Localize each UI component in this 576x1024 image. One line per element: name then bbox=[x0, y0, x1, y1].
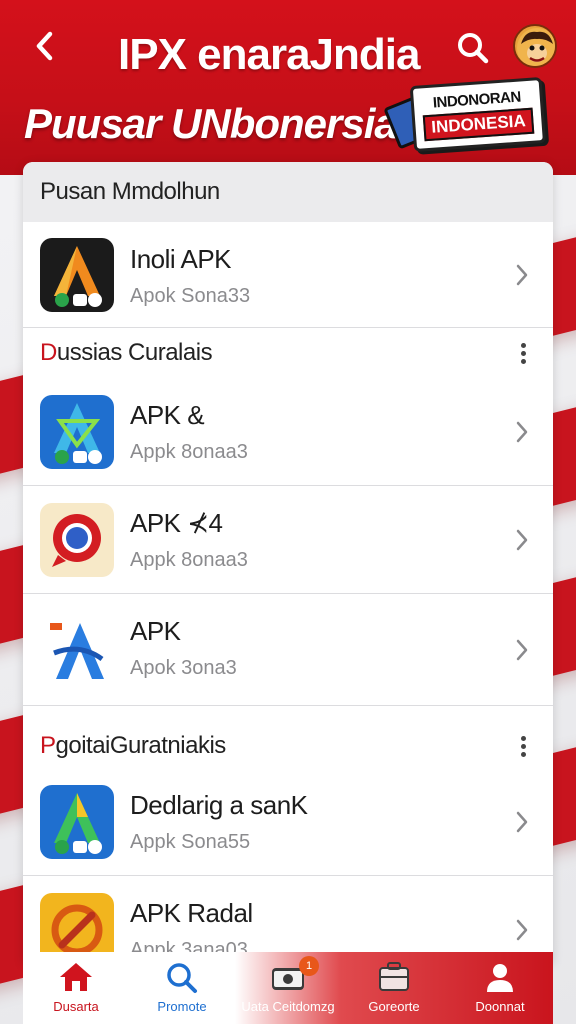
back-button[interactable] bbox=[26, 28, 62, 64]
app-subtitle: Appk 8onaa3 bbox=[130, 441, 248, 463]
chevron-right-icon bbox=[516, 639, 528, 660]
search-button[interactable] bbox=[455, 30, 491, 66]
app-list-panel: Pusan Mmdolhun Inoli APK Apok Sona33 Dus… bbox=[23, 162, 553, 962]
app-subtitle: Appk 8onaa3 bbox=[130, 549, 248, 571]
page-subtitle: Puusar UNbonersia bbox=[24, 100, 398, 147]
list-item[interactable]: APK Apok 3ona3 bbox=[23, 594, 553, 706]
app-name: Dedlarig a sanK bbox=[130, 790, 308, 820]
apk-blue-a-icon bbox=[40, 612, 114, 687]
indonesia-badge: INDONORAN INDONESIA bbox=[383, 72, 554, 161]
section-header: PgoitaiGuratniakis bbox=[23, 706, 553, 768]
chevron-left-icon bbox=[36, 31, 53, 61]
app-name: APK bbox=[130, 616, 181, 646]
nav-label: Uata Ceitdomzg bbox=[241, 999, 335, 1014]
nav-label: Promote bbox=[157, 999, 207, 1014]
bottom-nav: Dusarta Promote 1 Uata Ceitdomzg Goreort… bbox=[23, 952, 553, 1024]
chevron-right-icon bbox=[516, 421, 528, 442]
nav-item-home[interactable]: Dusarta bbox=[23, 952, 129, 1024]
nav-item-goreorte[interactable]: Goreorte bbox=[341, 952, 447, 1024]
more-options-icon[interactable] bbox=[513, 341, 533, 365]
list-item[interactable]: Dedlarig a sanK Appk Sona55 bbox=[23, 768, 553, 876]
user-icon bbox=[487, 964, 513, 992]
list-item[interactable]: Inoli APK Apok Sona33 bbox=[23, 222, 553, 328]
app-subtitle: Appk Sona55 bbox=[130, 831, 251, 853]
section-title: PgoitaiGuratniakis bbox=[40, 732, 226, 759]
notification-badge: 1 bbox=[299, 956, 319, 976]
chevron-right-icon bbox=[516, 919, 528, 941]
apk-a-orange-icon bbox=[40, 237, 114, 312]
app-subtitle: Apok 3ona3 bbox=[130, 657, 237, 679]
briefcase-icon bbox=[379, 962, 409, 991]
nav-label: Dusarta bbox=[53, 999, 99, 1014]
chevron-right-icon bbox=[516, 811, 528, 832]
list-item[interactable]: APK Radal Appk 3ana03 bbox=[23, 876, 553, 962]
app-title: IPX enaraJndia bbox=[118, 30, 420, 79]
app-name: APK Radal bbox=[130, 898, 253, 928]
avatar[interactable] bbox=[513, 24, 557, 68]
monkey-avatar-icon bbox=[517, 28, 555, 66]
list-item[interactable]: APK & Appk 8onaa3 bbox=[23, 378, 553, 486]
nav-label: Doonnat bbox=[475, 999, 525, 1014]
app-name: APK ⊀4 bbox=[130, 508, 223, 538]
app-subtitle: Apok Sona33 bbox=[130, 285, 251, 307]
nav-label: Goreorte bbox=[368, 999, 420, 1014]
apk-a-blue-icon bbox=[40, 394, 114, 469]
app-name: APK & bbox=[130, 400, 205, 430]
apk-a-green-icon bbox=[40, 784, 114, 859]
section-title: Dussias Curalais bbox=[40, 339, 213, 366]
nav-item-promote[interactable]: Promote bbox=[129, 952, 235, 1024]
chevron-right-icon bbox=[516, 529, 528, 550]
nav-item-center[interactable]: 1 Uata Ceitdomzg bbox=[235, 952, 341, 1024]
nav-item-profile[interactable]: Doonnat bbox=[447, 952, 553, 1024]
chevron-right-icon bbox=[516, 264, 528, 285]
panel-title: Pusan Mmdolhun bbox=[23, 162, 553, 222]
badge-line-2: INDONESIA bbox=[422, 107, 535, 142]
home-icon bbox=[60, 963, 92, 991]
search-icon bbox=[458, 33, 489, 64]
badge-line-1: INDONORAN bbox=[432, 88, 522, 112]
search-icon bbox=[167, 963, 197, 993]
list-item[interactable]: APK ⊀4 Appk 8onaa3 bbox=[23, 486, 553, 594]
app-name: Inoli APK bbox=[130, 244, 232, 274]
section-header: Dussias Curalais bbox=[23, 328, 553, 378]
red-circle-app-icon bbox=[40, 502, 114, 577]
more-options-icon[interactable] bbox=[513, 734, 533, 758]
